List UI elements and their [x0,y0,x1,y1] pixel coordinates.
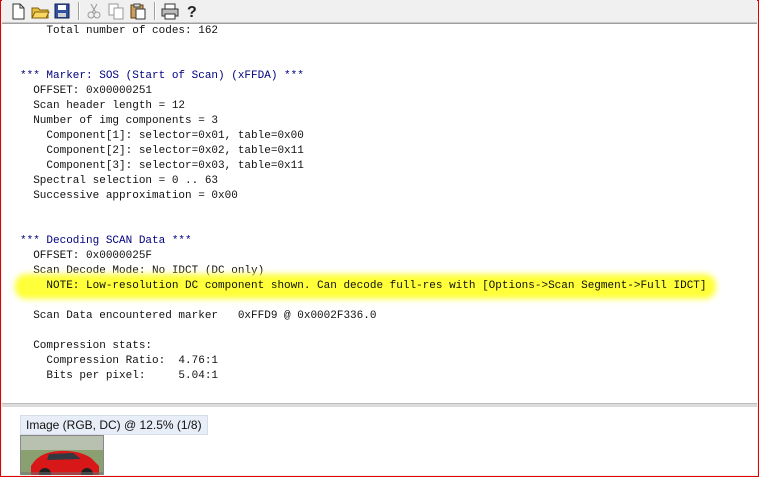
log-line: Component[1]: selector=0x01, table=0x00 [20,130,304,142]
note-highlighted-line: NOTE: Low-resolution DC component shown.… [20,279,711,294]
svg-text:?: ? [187,4,197,20]
paste-icon[interactable] [128,2,148,20]
log-line: Number of img components = 3 [20,115,219,127]
image-info-label: Image (RGB, DC) @ 12.5% (1/8) [20,415,208,435]
log-line: Scan header length = 12 [20,100,186,112]
log-line: Total number of codes: 162 [20,25,219,37]
decoding-header: *** Decoding SCAN Data *** [20,235,192,247]
log-line: OFFSET: 0x0000025F [20,250,153,262]
image-preview-pane: Image (RGB, DC) @ 12.5% (1/8) [2,407,757,475]
toolbar-separator [154,2,156,20]
copy-icon[interactable] [106,2,126,20]
open-folder-icon[interactable] [30,2,50,20]
log-line: Bits per pixel: 5.04:1 [20,370,219,382]
log-line: Scan Data encountered marker 0xFFD9 @ 0x… [20,310,377,322]
save-icon[interactable] [52,2,72,20]
log-line: Component[3]: selector=0x03, table=0x11 [20,160,304,172]
log-line: Scan Decode Mode: No IDCT (DC only) [20,265,265,277]
log-output-pane[interactable]: Total number of codes: 162 *** Marker: S… [2,23,757,404]
log-line: Component[2]: selector=0x02, table=0x11 [20,145,304,157]
toolbar: ? [2,0,757,23]
log-line: Compression stats: [20,340,153,352]
help-icon[interactable]: ? [182,2,202,20]
log-line: Spectral selection = 0 .. 63 [20,175,219,187]
toolbar-separator [78,2,80,20]
marker-header: *** Marker: SOS (Start of Scan) (xFFDA) … [20,70,304,82]
image-thumbnail[interactable] [20,435,104,475]
log-line: Compression Ratio: 4.76:1 [20,355,219,367]
new-icon[interactable] [8,2,28,20]
log-line: Successive approximation = 0x00 [20,190,238,202]
cut-icon[interactable] [84,2,104,20]
print-icon[interactable] [160,2,180,20]
log-line: OFFSET: 0x00000251 [20,85,153,97]
